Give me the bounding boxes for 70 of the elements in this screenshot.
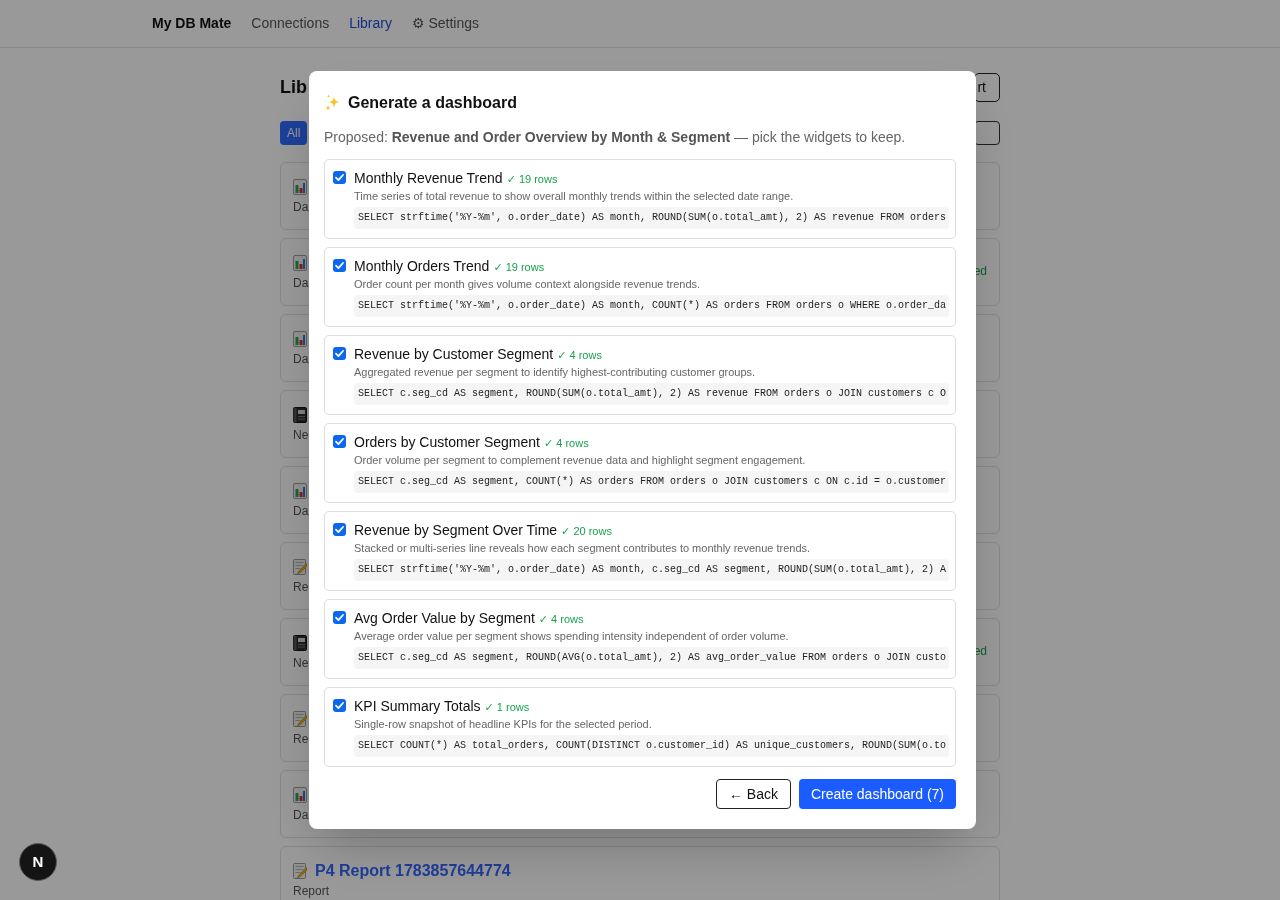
widget-description: Time series of total revenue to show overall monthly trends within the selected date range. — [354, 189, 795, 203]
page-heading: Lib — [280, 76, 307, 99]
memo-pencil-icon — [293, 863, 307, 879]
sql-code: SELECT strftime('%Y-%m', o.order_date) AS month, ROUND(SUM(o.total_amt), 2) AS revenue FROM orders — [354, 207, 949, 229]
sql-code: SELECT strftime('%Y-%m', o.order_date) AS month, COUNT(*) AS orders FROM orders o WHERE o.order_da — [354, 295, 949, 317]
widget-description: Aggregated revenue per segment to identify highest-contributing customer groups. — [354, 365, 757, 379]
dialog-subtitle: Proposed: Revenue and Order Overview by Month & Segment — pick the widgets to keep. — [324, 128, 907, 147]
sql-code: SELECT strftime('%Y-%m', o.order_date) AS month, c.seg_cd AS segment, ROUND(SUM(o.total_amt), 2) A — [354, 559, 949, 581]
filter-chip[interactable]: All — [280, 121, 308, 145]
row-count-label: ✓ 4 rows — [543, 436, 589, 451]
widget-description: Order volume per segment to complement revenue data and highlight segment engagement. — [354, 453, 807, 467]
bar-chart-icon — [293, 331, 307, 347]
widget-description: Stacked or multi-series line reveals how each segment contributes to monthly revenue trends. — [354, 541, 812, 555]
row-count-label: ✓ 1 rows — [484, 700, 530, 715]
item-type-label: Ne — [293, 427, 309, 443]
row-count-label: ✓ 19 rows — [493, 260, 545, 275]
row-count-label: ✓ 19 rows — [506, 172, 558, 187]
item-type-label: Da — [293, 807, 309, 823]
checkbox[interactable] — [333, 171, 346, 184]
bar-chart-icon — [293, 483, 307, 499]
memo-pencil-icon — [293, 559, 307, 575]
nav-link[interactable]: Connections — [251, 13, 330, 34]
back-button[interactable]: ← Back — [715, 779, 791, 809]
item-title-link[interactable]: P4 Report 1783857644774 — [315, 859, 511, 883]
widget-title: Revenue by Customer Segment — [354, 345, 554, 364]
nav-link[interactable]: ⚙ Settings — [412, 13, 479, 34]
notebook-icon — [293, 407, 307, 423]
checkbox[interactable] — [333, 611, 346, 624]
row-count-label: ✓ 4 rows — [538, 612, 584, 627]
dialog-title: Generate a dashboard — [348, 93, 517, 113]
item-type-label: Da — [293, 351, 309, 367]
row-count-label: ✓ 20 rows — [561, 524, 612, 539]
widget-description: Order count per month gives volume context alongside revenue trends. — [354, 277, 702, 291]
dev-tools-button[interactable]: N — [19, 843, 57, 881]
sql-code: SELECT c.seg_cd AS segment, ROUND(AVG(o.total_amt), 2) AS avg_order_value FROM orders o JOIN custo — [354, 647, 949, 669]
action-button[interactable]: rt — [974, 73, 1000, 102]
widget-description: Single-row snapshot of headline KPIs for the selected period. — [354, 717, 653, 731]
checkbox[interactable] — [333, 347, 346, 360]
item-type-label: Re — [293, 731, 309, 747]
widget-title: Revenue by Segment Over Time — [354, 521, 558, 540]
app-brand[interactable]: My DB Mate — [152, 13, 232, 34]
item-type-label: Re — [293, 579, 309, 595]
checkbox[interactable] — [333, 259, 346, 272]
widget-description: Average order value per segment shows spending intensity independent of order volume. — [354, 629, 790, 643]
item-type-label: Da — [293, 275, 309, 291]
library-card[interactable]: P4 Report 1783857644774 Report — [280, 846, 1000, 900]
widget-title: KPI Summary Totals — [354, 697, 481, 716]
item-type-label: Report — [293, 883, 331, 899]
input-field[interactable] — [974, 121, 1000, 145]
sql-code: SELECT COUNT(*) AS total_orders, COUNT(DISTINCT o.customer_id) AS unique_customers, ROUND(SUM(o.to — [354, 735, 949, 757]
memo-pencil-icon — [293, 711, 307, 727]
sql-code: SELECT c.seg_cd AS segment, ROUND(SUM(o.total_amt), 2) AS revenue FROM orders o JOIN customers c O — [354, 383, 949, 405]
bar-chart-icon — [293, 787, 307, 803]
checkbox[interactable] — [333, 523, 346, 536]
widget-title: Orders by Customer Segment — [354, 433, 540, 452]
item-type-label: Ne — [293, 655, 309, 671]
checkbox[interactable] — [333, 435, 346, 448]
checkbox[interactable] — [333, 699, 346, 712]
widget-title: Monthly Revenue Trend — [354, 169, 503, 188]
nav-link[interactable]: Library — [349, 13, 392, 34]
create-dashboard-button[interactable]: Create dashboard (7) — [798, 779, 956, 809]
bar-chart-icon — [293, 255, 307, 271]
widget-title: Monthly Orders Trend — [354, 257, 490, 276]
item-type-label: Da — [293, 503, 309, 519]
bar-chart-icon — [293, 179, 307, 195]
sql-code: SELECT c.seg_cd AS segment, COUNT(*) AS orders FROM orders o JOIN customers c ON c.id = o.customer — [354, 471, 949, 493]
row-count-label: ✓ 4 rows — [557, 348, 602, 363]
item-type-label: Da — [293, 199, 309, 215]
widget-title: Avg Order Value by Segment — [354, 609, 535, 628]
notebook-icon — [293, 635, 307, 651]
